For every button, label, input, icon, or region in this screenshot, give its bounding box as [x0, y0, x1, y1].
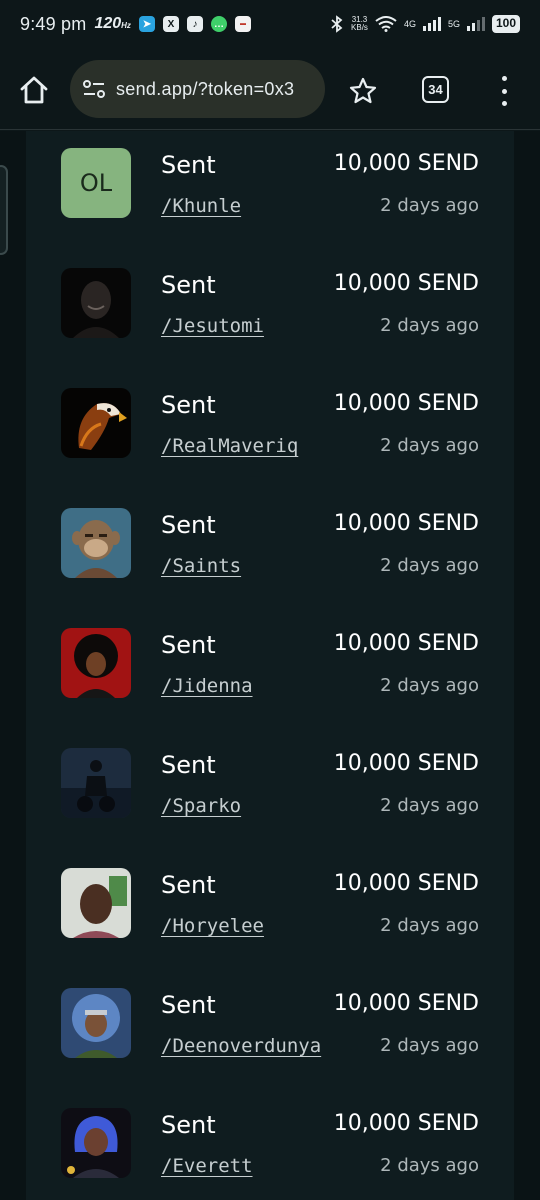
site-settings-icon[interactable]: [82, 79, 106, 99]
avatar-image: [61, 868, 131, 938]
transaction-type: Sent: [161, 751, 216, 779]
transaction-type: Sent: [161, 511, 216, 539]
user-handle-link[interactable]: /Jesutomi: [161, 315, 264, 337]
user-handle-link[interactable]: /Everett: [161, 1155, 253, 1177]
avatar-initials: OL: [61, 148, 131, 218]
transaction-time: 2 days ago: [380, 1035, 479, 1056]
transaction-type: Sent: [161, 631, 216, 659]
chat-icon: …: [210, 16, 227, 32]
network-speed: 31.3 KB/s: [351, 15, 368, 32]
net-5g-label: 5G: [447, 19, 460, 29]
news-icon: ▬: [234, 16, 251, 32]
tabs-count-button[interactable]: 34: [422, 76, 449, 103]
transaction-time: 2 days ago: [380, 435, 479, 456]
transaction-row[interactable]: OL Sent /Khunle 10,000 SEND 2 days ago: [26, 131, 514, 251]
transaction-amount: 10,000 SEND: [333, 991, 479, 1016]
transaction-amount: 10,000 SEND: [333, 871, 479, 896]
transaction-type: Sent: [161, 991, 216, 1019]
transaction-type: Sent: [161, 1111, 216, 1139]
side-drawer-handle[interactable]: [0, 165, 8, 255]
transaction-type: Sent: [161, 271, 216, 299]
refresh-rate: 120Hz: [94, 15, 131, 32]
transaction-amount: 10,000 SEND: [333, 511, 479, 536]
avatar-image: [61, 748, 131, 818]
transaction-row[interactable]: Sent /Everett 10,000 SEND 2 days ago: [26, 1091, 514, 1200]
transaction-time: 2 days ago: [380, 315, 479, 336]
transaction-amount: 10,000 SEND: [333, 391, 479, 416]
bookmark-star-icon[interactable]: [348, 76, 378, 106]
transaction-time: 2 days ago: [380, 195, 479, 216]
transaction-row[interactable]: Sent /Jidenna 10,000 SEND 2 days ago: [26, 611, 514, 731]
transaction-amount: 10,000 SEND: [333, 751, 479, 776]
user-handle-link[interactable]: /Deenoverdunya: [161, 1035, 321, 1057]
transaction-row[interactable]: Sent /Saints 10,000 SEND 2 days ago: [26, 491, 514, 611]
browser-toolbar: send.app/?token=0x3 34: [0, 48, 540, 130]
user-handle-link[interactable]: /Jidenna: [161, 675, 253, 697]
signal-5g-icon: [466, 17, 485, 31]
tiktok-icon: ♪: [186, 16, 203, 32]
telegram-icon: ➤: [138, 16, 155, 32]
url-text: send.app/?token=0x3: [116, 78, 295, 99]
user-handle-link[interactable]: /Horyelee: [161, 915, 264, 937]
transaction-row[interactable]: Sent /RealMaveriq 10,000 SEND 2 days ago: [26, 371, 514, 491]
transaction-row[interactable]: Sent /Horyelee 10,000 SEND 2 days ago: [26, 851, 514, 971]
user-handle-link[interactable]: /Sparko: [161, 795, 241, 817]
address-bar[interactable]: send.app/?token=0x3: [70, 60, 325, 118]
transaction-row[interactable]: Sent /Sparko 10,000 SEND 2 days ago: [26, 731, 514, 851]
net-4g-label: 4G: [403, 19, 416, 29]
transaction-row[interactable]: Sent /Jesutomi 10,000 SEND 2 days ago: [26, 251, 514, 371]
transaction-time: 2 days ago: [380, 795, 479, 816]
avatar-image: [61, 388, 131, 458]
transaction-time: 2 days ago: [380, 915, 479, 936]
x-icon: X: [162, 16, 179, 32]
signal-4g-icon: [422, 17, 441, 31]
transaction-time: 2 days ago: [380, 555, 479, 576]
transaction-type: Sent: [161, 151, 216, 179]
avatar-image: [61, 988, 131, 1058]
avatar-image: [61, 508, 131, 578]
battery-indicator: 100: [491, 15, 520, 33]
avatar-image: [61, 1108, 131, 1178]
transaction-amount: 10,000 SEND: [333, 631, 479, 656]
activity-list: OL Sent /Khunle 10,000 SEND 2 days ago S…: [26, 131, 514, 1200]
page-content: OL Sent /Khunle 10,000 SEND 2 days ago S…: [0, 131, 540, 1200]
status-bar: 9:49 pm 120Hz ➤ X ♪ … ▬ 31.3 KB/s 4G 5G 1…: [0, 0, 540, 48]
overflow-menu-icon[interactable]: [498, 76, 510, 106]
transaction-amount: 10,000 SEND: [333, 1111, 479, 1136]
bluetooth-icon: [331, 15, 343, 33]
transaction-time: 2 days ago: [380, 675, 479, 696]
avatar-image: [61, 628, 131, 698]
transaction-type: Sent: [161, 391, 216, 419]
user-handle-link[interactable]: /Saints: [161, 555, 241, 577]
transaction-amount: 10,000 SEND: [333, 271, 479, 296]
avatar-image: [61, 268, 131, 338]
transaction-type: Sent: [161, 871, 216, 899]
status-time: 9:49 pm: [20, 13, 87, 34]
transaction-amount: 10,000 SEND: [333, 151, 479, 176]
home-icon[interactable]: [18, 74, 50, 106]
user-handle-link[interactable]: /Khunle: [161, 195, 241, 217]
transaction-time: 2 days ago: [380, 1155, 479, 1176]
wifi-icon: [375, 16, 397, 32]
transaction-row[interactable]: Sent /Deenoverdunya 10,000 SEND 2 days a…: [26, 971, 514, 1091]
user-handle-link[interactable]: /RealMaveriq: [161, 435, 298, 457]
